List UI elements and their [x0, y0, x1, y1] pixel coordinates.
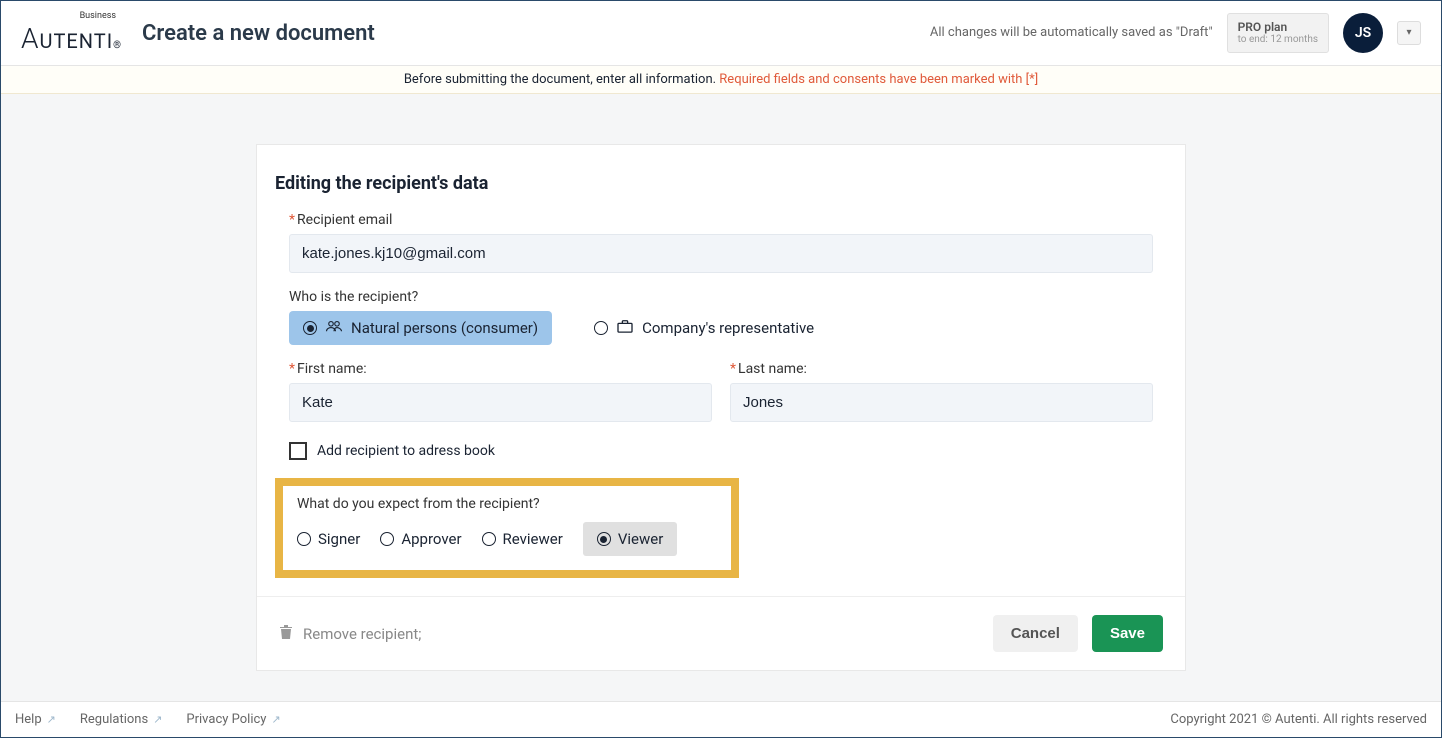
avatar-menu-toggle[interactable]: ▾	[1397, 21, 1421, 45]
trash-icon	[279, 624, 293, 644]
main-content: Editing the recipient's data *Recipient …	[1, 94, 1441, 701]
role-radio-group: Signer Approver Reviewer Viewer	[297, 522, 717, 556]
card-title: Editing the recipient's data	[275, 173, 1167, 194]
save-button[interactable]: Save	[1092, 615, 1163, 652]
who-label: Who is the recipient?	[289, 289, 1153, 305]
who-option-company[interactable]: Company's representative	[580, 311, 828, 345]
who-radio-group: Natural persons (consumer) Company's rep…	[289, 311, 1153, 345]
required-note: Required fields and consents have been m…	[719, 72, 1038, 87]
first-name-label: *First name:	[289, 361, 712, 377]
role-option-approver[interactable]: Approver	[380, 530, 461, 548]
role-signer-label: Signer	[318, 530, 360, 548]
email-input[interactable]	[289, 234, 1153, 273]
footer-privacy-link[interactable]: Privacy Policy ↗	[186, 712, 280, 727]
radio-icon	[594, 321, 608, 335]
plan-badge: PRO plan to end: 12 months	[1227, 13, 1329, 53]
footer-help-link[interactable]: Help ↗	[15, 712, 56, 727]
remove-recipient-button[interactable]: Remove recipient;	[279, 624, 421, 644]
role-option-signer[interactable]: Signer	[297, 530, 360, 548]
autosave-message: All changes will be automatically saved …	[930, 25, 1213, 40]
role-approver-label: Approver	[401, 530, 461, 548]
copyright: Copyright 2021 © Autenti. All rights res…	[1170, 712, 1427, 727]
who-natural-label: Natural persons (consumer)	[351, 319, 538, 337]
first-name-input[interactable]	[289, 383, 712, 422]
role-reviewer-label: Reviewer	[503, 530, 563, 548]
card-footer: Remove recipient; Cancel Save	[257, 596, 1185, 670]
expect-label: What do you expect from the recipient?	[297, 496, 717, 512]
radio-icon	[380, 532, 394, 546]
last-name-label: *Last name:	[730, 361, 1153, 377]
people-icon	[325, 319, 343, 337]
remove-label: Remove recipient;	[303, 625, 421, 643]
external-link-icon: ↗	[47, 713, 56, 726]
checkbox-icon[interactable]	[289, 442, 307, 460]
who-option-natural[interactable]: Natural persons (consumer)	[289, 311, 552, 345]
info-bar: Before submitting the document, enter al…	[1, 66, 1441, 94]
role-option-reviewer[interactable]: Reviewer	[482, 530, 563, 548]
plan-subtitle: to end: 12 months	[1238, 34, 1318, 46]
role-highlight-box: What do you expect from the recipient? S…	[275, 478, 739, 578]
logo: Business AAUTENTIUTENTI®	[21, 11, 122, 55]
add-to-book-row[interactable]: Add recipient to adress book	[289, 442, 1153, 460]
external-link-icon: ↗	[153, 713, 162, 726]
radio-icon	[297, 532, 311, 546]
footer-regulations-link[interactable]: Regulations ↗	[80, 712, 163, 727]
radio-icon	[597, 532, 611, 546]
info-text: Before submitting the document, enter al…	[404, 72, 719, 87]
radio-icon	[303, 321, 317, 335]
chevron-down-icon: ▾	[1406, 27, 1411, 38]
role-option-viewer[interactable]: Viewer	[583, 522, 677, 556]
role-viewer-label: Viewer	[618, 530, 663, 548]
add-to-book-label: Add recipient to adress book	[317, 443, 495, 459]
last-name-input[interactable]	[730, 383, 1153, 422]
who-company-label: Company's representative	[642, 319, 814, 337]
email-label: *Recipient email	[289, 212, 1153, 228]
app-header: Business AAUTENTIUTENTI® Create a new do…	[1, 1, 1441, 66]
page-title: Create a new document	[142, 21, 375, 46]
cancel-button[interactable]: Cancel	[993, 615, 1078, 652]
avatar[interactable]: JS	[1343, 13, 1383, 53]
briefcase-icon	[616, 319, 634, 337]
plan-title: PRO plan	[1238, 20, 1318, 34]
external-link-icon: ↗	[271, 713, 280, 726]
logo-superscript: Business	[80, 11, 116, 21]
radio-icon	[482, 532, 496, 546]
recipient-card: Editing the recipient's data *Recipient …	[256, 144, 1186, 671]
logo-text: AAUTENTIUTENTI®	[21, 22, 122, 55]
